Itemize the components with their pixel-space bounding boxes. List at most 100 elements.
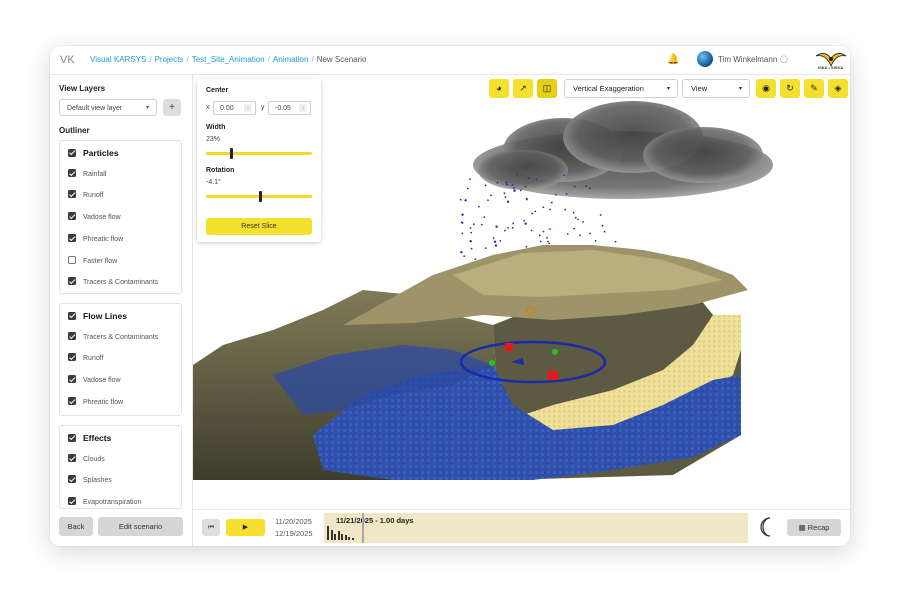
checkbox[interactable]	[68, 148, 76, 157]
bell-icon[interactable]: 🔔	[667, 54, 679, 65]
view-layers-title: View Layers	[59, 84, 106, 93]
rain-particle	[480, 223, 483, 226]
start-date: 11/20/2025	[275, 517, 312, 526]
avatar[interactable]	[697, 51, 713, 67]
timeline-track[interactable]: 11/21/2025 - 1.00 days	[324, 513, 748, 543]
rain-particle	[506, 200, 510, 203]
brand-logo[interactable]: VK	[60, 54, 75, 66]
center-y-input[interactable]: -0.05 ↕	[268, 101, 311, 115]
checkbox[interactable]	[68, 353, 76, 362]
rain-particle	[582, 221, 584, 223]
reset-icon[interactable]: ↻	[780, 79, 800, 98]
checkbox[interactable]	[68, 475, 76, 484]
group-header[interactable]: Flow Lines	[68, 311, 127, 323]
rain-particle	[573, 185, 576, 188]
outliner-item[interactable]: Phreatic flow	[68, 397, 123, 410]
rain-particle	[542, 206, 545, 209]
rain-particle	[507, 227, 509, 229]
outliner-item[interactable]: Splashes	[68, 475, 112, 488]
rain-particle	[463, 255, 466, 257]
rain-particle	[524, 222, 527, 225]
paint-icon[interactable]: ✎	[804, 79, 824, 98]
outliner-item[interactable]: Vadose flow	[68, 375, 121, 388]
rain-particle	[493, 240, 497, 243]
rain-particle	[588, 187, 591, 190]
vertical-exaggeration-select[interactable]: Vertical Exaggeration ▾	[564, 79, 678, 98]
width-slider[interactable]	[206, 148, 312, 159]
stepper-icon[interactable]: ↕	[299, 104, 307, 112]
rain-particle	[589, 232, 591, 235]
outliner-item[interactable]: Evapotranspiration	[68, 497, 141, 508]
3d-viewport[interactable]: Center x 0.00 ↕ y -0.05 ↕ Width 23% Rota…	[193, 75, 850, 509]
outliner-item[interactable]: Faster flow	[68, 256, 117, 269]
checkbox[interactable]	[68, 212, 76, 221]
rotation-slider[interactable]	[206, 191, 312, 202]
rain-particle	[484, 184, 487, 187]
breadcrumb-link[interactable]: Visual KARSYS	[90, 55, 146, 64]
edit-scenario-button[interactable]: Edit scenario	[98, 517, 183, 536]
slice-icon[interactable]: ◫	[537, 79, 557, 98]
rain-particle	[492, 237, 495, 239]
outliner-item[interactable]: Tracers & Contaminants	[68, 332, 158, 345]
rain-particle	[484, 247, 487, 250]
outliner-item[interactable]: Clouds	[68, 454, 105, 467]
checkbox[interactable]	[68, 397, 76, 406]
checkbox[interactable]	[68, 190, 76, 199]
add-layer-button[interactable]: +	[163, 99, 181, 116]
outliner-item[interactable]: Runoff	[68, 353, 104, 366]
outliner-item[interactable]: Rainfall	[68, 169, 106, 182]
camera-icon[interactable]: ◉	[756, 79, 776, 98]
checkbox[interactable]	[68, 497, 76, 506]
outliner-group-particles: Particles Rainfall Runoff Vadose flow Ph…	[59, 140, 182, 294]
outliner-item[interactable]: Phreatic flow	[68, 234, 123, 247]
checkbox[interactable]	[68, 256, 76, 265]
outliner-item[interactable]: Runoff	[68, 190, 104, 203]
organization-logo	[815, 53, 847, 67]
back-button[interactable]: Back	[59, 517, 93, 536]
rain-particle	[566, 233, 569, 235]
checkbox[interactable]	[68, 311, 76, 320]
outliner-group-effects: Effects Clouds Splashes Evapotranspirati…	[59, 425, 182, 509]
checkbox[interactable]	[68, 433, 76, 442]
stepper-icon[interactable]: ↕	[244, 104, 252, 112]
rain-particle	[549, 208, 551, 211]
rain-particle	[531, 212, 533, 215]
checkbox[interactable]	[68, 277, 76, 286]
chart-line-icon[interactable]: ↗	[513, 79, 533, 98]
view-layer-select[interactable]: Default view layer ▾	[59, 99, 157, 116]
skip-back-button[interactable]: ⏮	[202, 519, 220, 536]
group-header[interactable]: Effects	[68, 433, 111, 445]
outliner-item[interactable]: Vadose flow	[68, 212, 121, 225]
rain-particle	[496, 181, 499, 184]
recap-button[interactable]: ▦ Recap	[787, 519, 841, 536]
view-select[interactable]: View ▾	[682, 79, 750, 98]
rain-particle	[469, 227, 472, 229]
rain-particle	[525, 245, 528, 248]
rain-particle	[511, 226, 514, 229]
play-button[interactable]: ▶	[226, 519, 265, 536]
checkbox[interactable]	[68, 169, 76, 178]
rain-particle	[614, 240, 617, 243]
outliner-item[interactable]: Tracers & Contaminants	[68, 277, 158, 290]
slider-thumb[interactable]	[230, 148, 233, 159]
breadcrumb-link[interactable]: Animation	[273, 55, 309, 64]
moon-icon[interactable]	[759, 516, 777, 538]
checkbox[interactable]	[68, 332, 76, 341]
center-x-input[interactable]: 0.00 ↕	[213, 101, 256, 115]
gauge-icon[interactable]: ◕	[489, 79, 509, 98]
rain-particle	[494, 244, 498, 247]
reset-slice-button[interactable]: Reset Slice	[206, 218, 312, 235]
user-name[interactable]: Tim Winkelmann	[718, 55, 777, 64]
checkbox[interactable]	[68, 454, 76, 463]
rain-particle	[472, 223, 475, 226]
timeline-cursor[interactable]	[362, 513, 364, 543]
slider-thumb[interactable]	[259, 191, 262, 202]
layers-icon[interactable]: ◈	[828, 79, 848, 98]
checkbox[interactable]	[68, 234, 76, 243]
breadcrumb-link[interactable]: Projects	[155, 55, 184, 64]
rain-particle	[538, 234, 541, 237]
breadcrumb-link[interactable]: Test_Site_Animation	[192, 55, 265, 64]
checkbox[interactable]	[68, 375, 76, 384]
rain-particle	[505, 181, 508, 184]
group-header[interactable]: Particles	[68, 148, 118, 160]
